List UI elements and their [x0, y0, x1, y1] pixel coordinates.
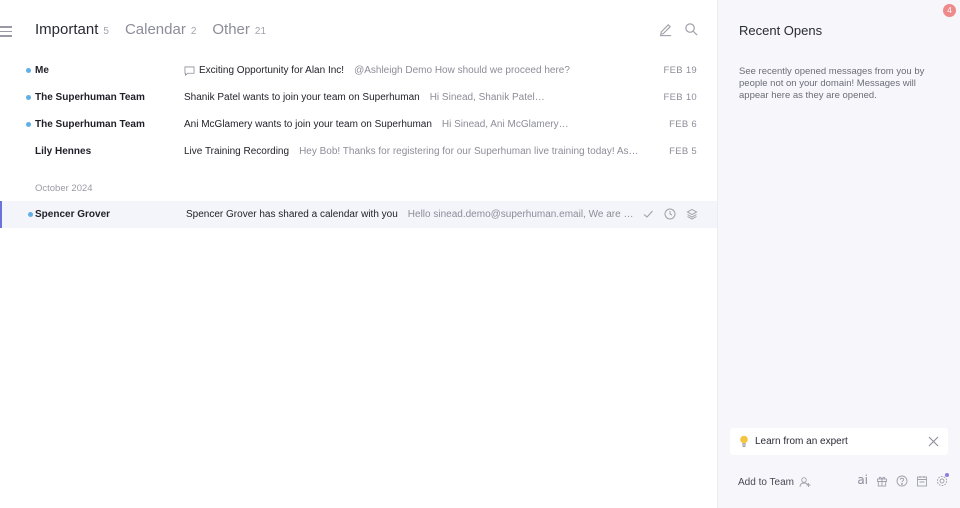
toolbar: [658, 22, 699, 37]
tab-label: Other: [212, 21, 250, 38]
tab-count: 21: [254, 26, 267, 37]
thread-row[interactable]: Me Exciting Opportunity for Alan Inc! @A…: [0, 57, 717, 84]
thread-subject-line: Exciting Opportunity for Alan Inc! @Ashl…: [184, 65, 639, 76]
thread-subject-line: Live Training Recording Hey Bob! Thanks …: [184, 146, 639, 157]
layers-icon[interactable]: [686, 208, 698, 220]
settings-icon[interactable]: [936, 473, 949, 487]
split-tabs: Important 5 Calendar 2 Other 21: [35, 21, 282, 38]
gift-icon[interactable]: [876, 474, 888, 487]
thread-snippet: Hi Sinead, Ani McGlamery…: [441, 119, 569, 130]
close-icon[interactable]: [928, 436, 939, 447]
ai-button[interactable]: ai: [857, 474, 868, 486]
clock-icon[interactable]: [664, 208, 676, 220]
thread-date: FEB 19: [663, 65, 697, 76]
thread-subject-line: Shanik Patel wants to join your team on …: [184, 92, 639, 103]
thread-sender: Spencer Grover: [35, 209, 111, 220]
thread-subject-line: Ani McGlamery wants to join your team on…: [184, 119, 639, 130]
inbox-pane: Important 5 Calendar 2 Other 21 Me Excit…: [0, 0, 717, 508]
tab-label: Calendar: [124, 21, 186, 38]
check-icon[interactable]: [642, 208, 654, 220]
settings-notice-dot: [945, 473, 949, 477]
thread-row[interactable]: The Superhuman Team Ani McGlamery wants …: [0, 111, 717, 138]
thread-subject-line: Spencer Grover has shared a calendar wit…: [186, 209, 636, 220]
thread-subject: Spencer Grover has shared a calendar wit…: [186, 209, 398, 220]
tab-count: 5: [103, 26, 109, 37]
learn-from-expert-card[interactable]: Learn from an expert: [730, 428, 948, 455]
help-icon[interactable]: [896, 474, 908, 487]
thread-sender: Me: [35, 65, 49, 76]
chat-bubble-icon: [184, 66, 195, 76]
thread-subject: Ani McGlamery wants to join your team on…: [184, 119, 432, 130]
thread-snippet: Hey Bob! Thanks for registering for our …: [299, 146, 639, 157]
unread-dot: [26, 122, 31, 127]
compose-icon[interactable]: [658, 22, 673, 37]
unread-dot: [26, 68, 31, 73]
section-header: October 2024: [35, 183, 93, 194]
thread-date: FEB 6: [669, 119, 697, 130]
tab-important[interactable]: Important 5: [35, 21, 109, 38]
footer-toolbar: ai: [857, 473, 949, 487]
tab-label: Important: [35, 21, 99, 38]
add-person-icon: [799, 477, 811, 488]
panel-title: Recent Opens: [739, 23, 823, 38]
thread-date: FEB 5: [669, 146, 697, 157]
thread-subject: Shanik Patel wants to join your team on …: [184, 92, 420, 103]
thread-row[interactable]: The Superhuman Team Shanik Patel wants t…: [0, 84, 717, 111]
thread-row-selected[interactable]: Spencer Grover Spencer Grover has shared…: [0, 201, 717, 228]
row-actions: [642, 208, 698, 220]
thread-sender: Lily Hennes: [35, 146, 92, 157]
tab-count: 2: [190, 26, 197, 37]
unread-dot: [26, 95, 31, 100]
unread-dot: [28, 212, 33, 217]
tab-calendar[interactable]: Calendar 2: [125, 21, 196, 38]
menu-icon[interactable]: [0, 26, 12, 37]
search-icon[interactable]: [684, 22, 699, 37]
thread-subject: Live Training Recording: [184, 146, 290, 157]
add-to-team-button[interactable]: Add to Team: [738, 476, 811, 488]
thread-date: FEB 10: [663, 92, 697, 103]
lightbulb-icon: [740, 435, 748, 447]
calendar-icon[interactable]: [916, 474, 928, 487]
learn-label: Learn from an expert: [755, 436, 848, 447]
tab-other[interactable]: Other 21: [212, 21, 266, 38]
panel-description: See recently opened messages from you by…: [739, 66, 925, 101]
thread-sender: The Superhuman Team: [35, 92, 145, 103]
add-team-label: Add to Team: [738, 476, 794, 488]
panel-footer: Add to Team ai: [738, 473, 949, 490]
thread-row[interactable]: Lily Hennes Live Training Recording Hey …: [0, 138, 717, 165]
thread-subject: Exciting Opportunity for Alan Inc!: [199, 65, 345, 76]
notification-badge[interactable]: 4: [943, 4, 956, 17]
thread-snippet: Hi Sinead, Shanik Patel…: [429, 92, 545, 103]
thread-sender: The Superhuman Team: [35, 119, 145, 130]
thread-snippet: @Ashleigh Demo How should we proceed her…: [354, 65, 570, 76]
thread-snippet: Hello sinead.demo@superhuman.email, We a…: [407, 209, 636, 220]
